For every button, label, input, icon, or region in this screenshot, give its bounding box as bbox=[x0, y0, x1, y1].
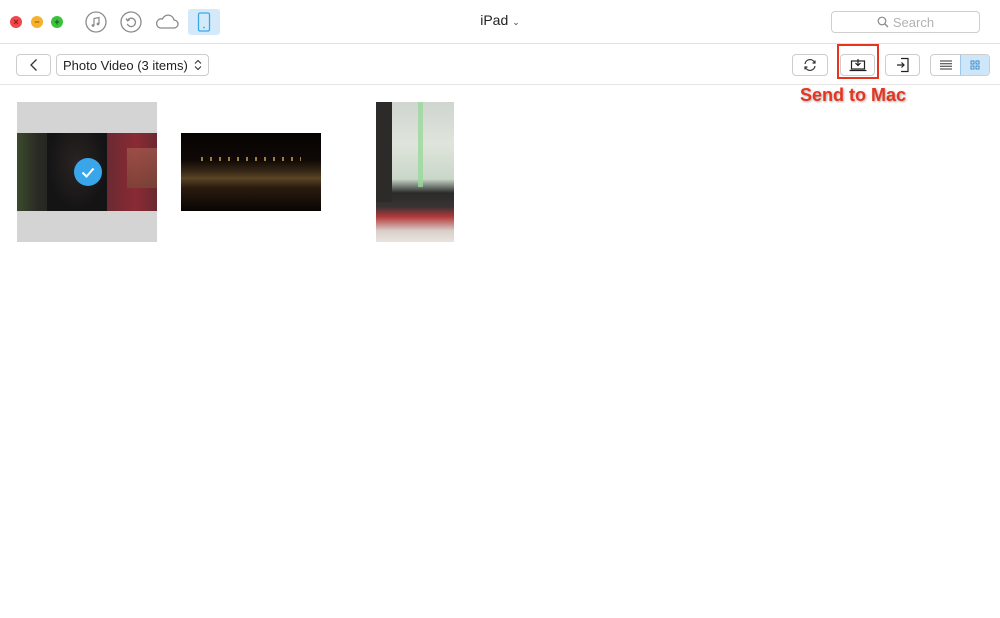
music-icon bbox=[85, 11, 107, 33]
send-to-mac-highlight-box bbox=[837, 44, 879, 79]
device-selector[interactable]: iPad ⌄ bbox=[440, 12, 560, 28]
maximize-window-button[interactable]: + bbox=[51, 16, 63, 28]
minimize-icon: − bbox=[34, 16, 40, 27]
icloud-icon bbox=[155, 14, 179, 29]
backup-restore-icon bbox=[120, 11, 142, 33]
list-view-button[interactable] bbox=[931, 55, 960, 75]
selected-check-icon bbox=[74, 158, 102, 186]
category-select-label: Photo Video (3 items) bbox=[63, 57, 188, 73]
grid-view-icon bbox=[970, 60, 980, 70]
media-item-1[interactable] bbox=[17, 102, 157, 242]
close-icon: × bbox=[13, 16, 19, 27]
view-toggle bbox=[930, 54, 990, 76]
media-item-3[interactable] bbox=[376, 102, 454, 242]
search-input[interactable]: Search bbox=[831, 11, 980, 33]
grid-view-button[interactable] bbox=[960, 55, 989, 75]
back-button[interactable] bbox=[16, 54, 51, 76]
list-view-icon bbox=[939, 60, 952, 70]
ipad-device-icon bbox=[197, 12, 211, 32]
send-to-mac-annotation: Send to Mac bbox=[800, 85, 907, 105]
close-window-button[interactable]: × bbox=[10, 16, 22, 28]
category-select[interactable]: Photo Video (3 items) bbox=[56, 54, 209, 76]
title-bar: × − + iPad ⌄ Search bbox=[0, 0, 1000, 44]
refresh-button[interactable] bbox=[792, 54, 828, 76]
device-tab[interactable] bbox=[188, 9, 220, 35]
import-to-device-icon bbox=[896, 57, 909, 73]
maximize-icon: + bbox=[54, 16, 60, 27]
import-to-device-button[interactable] bbox=[885, 54, 920, 76]
chevron-down-icon: ⌄ bbox=[512, 17, 520, 27]
search-placeholder: Search bbox=[892, 14, 935, 30]
icloud-tab[interactable] bbox=[154, 9, 180, 35]
minimize-window-button[interactable]: − bbox=[31, 16, 43, 28]
window-title: iPad bbox=[480, 12, 509, 28]
up-down-chevron-icon bbox=[194, 59, 202, 71]
refresh-icon bbox=[804, 59, 816, 71]
search-icon bbox=[877, 16, 889, 28]
backup-tab[interactable] bbox=[118, 9, 144, 35]
music-tab[interactable] bbox=[83, 9, 109, 35]
chevron-left-icon bbox=[29, 59, 37, 71]
media-item-2[interactable] bbox=[181, 133, 321, 211]
